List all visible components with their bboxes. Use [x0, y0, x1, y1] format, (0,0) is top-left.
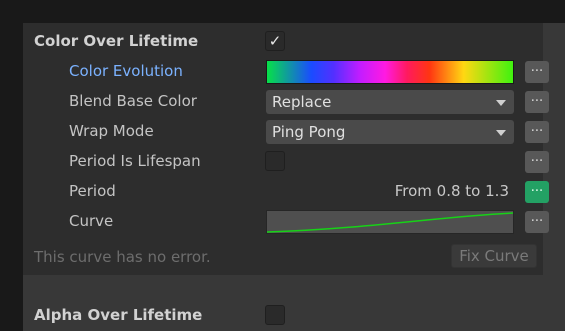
period-options-button[interactable]: ...: [525, 181, 549, 203]
color-gradient-field[interactable]: [266, 60, 514, 84]
period-value[interactable]: From 0.8 to 1.3: [395, 176, 509, 206]
blend-base-color-label: Blend Base Color: [69, 92, 197, 110]
period-is-lifespan-row: Period Is Lifespan ...: [23, 146, 549, 176]
color-over-lifetime-group: Color Over Lifetime ✓ Color Evolution ..…: [23, 23, 549, 275]
inspector-panel: Color Over Lifetime ✓ Color Evolution ..…: [23, 23, 565, 331]
status-row: This curve has no error. Fix Curve: [23, 242, 543, 272]
curve-row: Curve ...: [23, 206, 549, 236]
wrap-mode-options-button[interactable]: ...: [525, 121, 549, 143]
color-evolution-label: Color Evolution: [69, 62, 183, 80]
curve-line: [266, 212, 514, 233]
blend-base-color-value: Replace: [272, 93, 332, 111]
checkmark-icon: ✓: [268, 32, 282, 50]
period-is-lifespan-checkbox[interactable]: [265, 151, 285, 171]
period-is-lifespan-label: Period Is Lifespan: [69, 152, 201, 170]
section-title: Color Over Lifetime: [34, 32, 199, 50]
color-evolution-options-button[interactable]: ...: [525, 61, 549, 83]
alpha-over-lifetime-checkbox[interactable]: [265, 305, 285, 325]
enabled-checkbox[interactable]: ✓: [265, 31, 285, 51]
curve-label: Curve: [69, 212, 114, 230]
wrap-mode-row: Wrap Mode Ping Pong ...: [23, 116, 549, 146]
wrap-mode-value: Ping Pong: [272, 123, 346, 141]
period-is-lifespan-options-button[interactable]: ...: [525, 151, 549, 173]
color-evolution-row: Color Evolution ...: [23, 56, 549, 86]
color-over-lifetime-header: Color Over Lifetime ✓: [23, 26, 543, 56]
wrap-mode-dropdown[interactable]: Ping Pong: [266, 120, 514, 144]
chevron-down-icon: [496, 100, 506, 106]
period-row: Period From 0.8 to 1.3 ...: [23, 176, 549, 206]
curve-status-message: This curve has no error.: [34, 248, 211, 266]
section-title: Alpha Over Lifetime: [34, 306, 203, 324]
curve-preview: [266, 212, 514, 233]
wrap-mode-label: Wrap Mode: [69, 122, 154, 140]
blend-base-color-dropdown[interactable]: Replace: [266, 90, 514, 114]
curve-field[interactable]: [266, 210, 514, 234]
blend-base-color-options-button[interactable]: ...: [525, 91, 549, 113]
blend-base-color-row: Blend Base Color Replace ...: [23, 86, 549, 116]
alpha-over-lifetime-header: Alpha Over Lifetime: [23, 300, 543, 330]
fix-curve-button[interactable]: Fix Curve: [451, 244, 537, 268]
period-label: Period: [69, 182, 116, 200]
curve-options-button[interactable]: ...: [525, 211, 549, 233]
chevron-down-icon: [496, 130, 506, 136]
